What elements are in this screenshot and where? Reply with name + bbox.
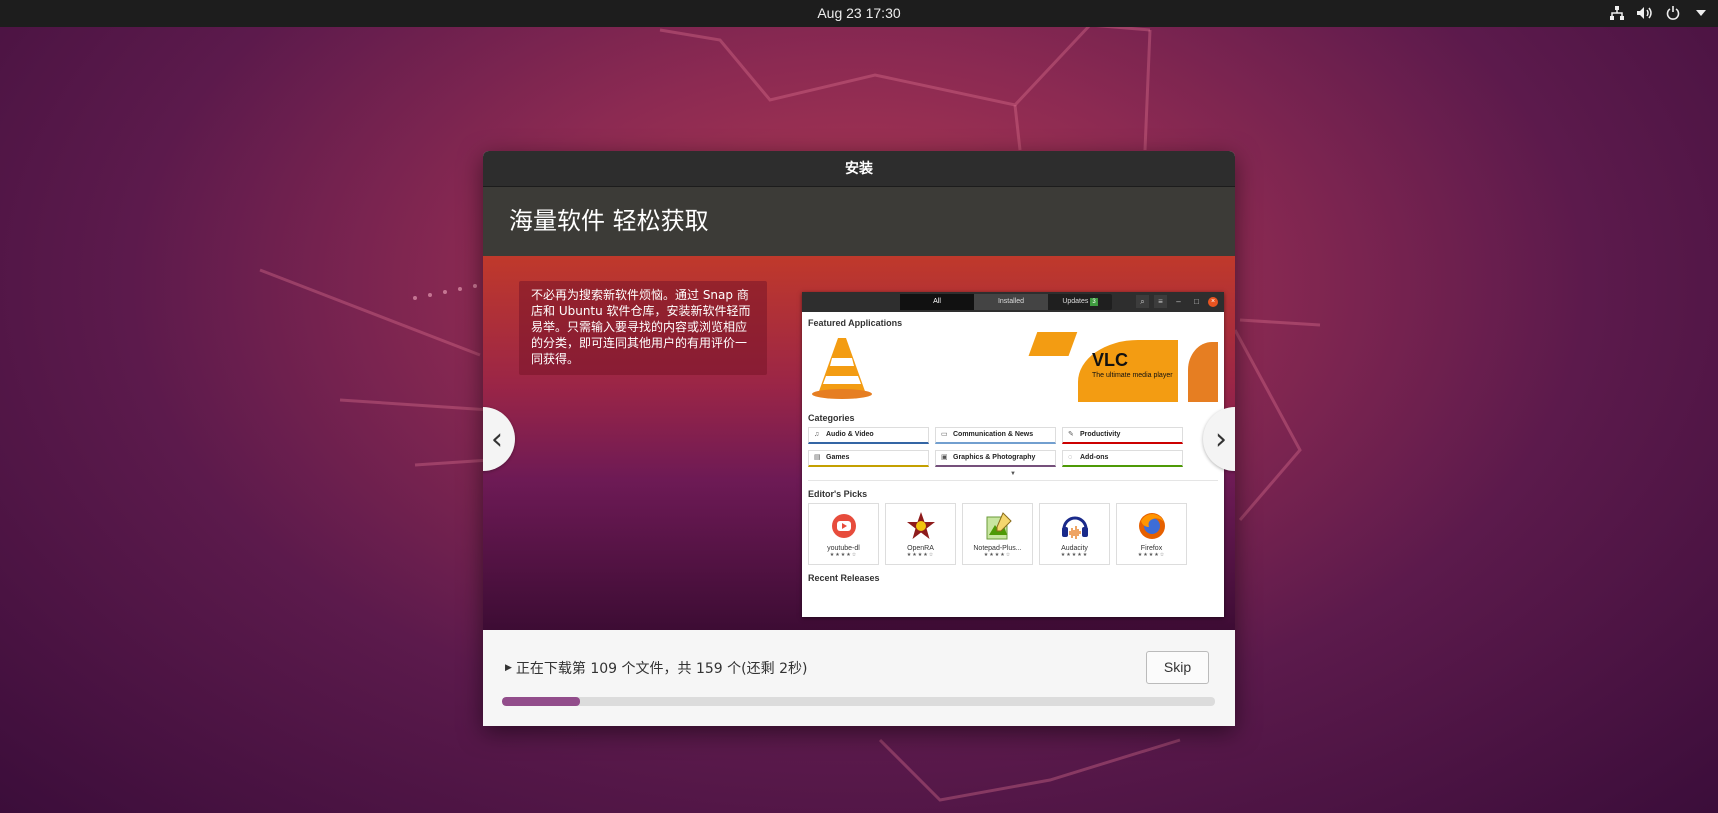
- category-label: Audio & Video: [826, 431, 874, 438]
- category-graphics: ▣ Graphics & Photography: [935, 450, 1056, 467]
- pick-stars: ★★★★★: [1060, 552, 1089, 558]
- firefox-icon: [1136, 510, 1168, 542]
- vlc-cone-icon: [812, 338, 872, 399]
- mock-tab-updates: Updates 3: [1048, 294, 1112, 310]
- pencil-icon: ✎: [1068, 431, 1074, 438]
- slideshow: 不必再为搜索新软件烦恼。通过 Snap 商店和 Ubuntu 软件仓库，安装新软…: [483, 256, 1235, 630]
- chat-icon: ▭: [941, 431, 948, 438]
- category-addons: ◌ Add-ons: [1062, 450, 1183, 467]
- pick-name: OpenRA: [907, 545, 934, 552]
- banner-subtitle: The ultimate media player: [1092, 372, 1173, 379]
- pick-card: Firefox ★★★★☆: [1116, 503, 1187, 565]
- skip-button[interactable]: Skip: [1146, 651, 1209, 684]
- top-bar: Aug 23 17:30: [0, 0, 1718, 27]
- mock-tabs: All Installed Updates 3: [900, 294, 1112, 310]
- category-label: Games: [826, 454, 850, 461]
- openra-icon: [905, 510, 937, 542]
- notepad-plus-icon: [982, 510, 1014, 542]
- mock-headerbar: All Installed Updates 3 ⌕ ≡ – □ ×: [802, 292, 1224, 312]
- puzzle-icon: ◌: [1068, 454, 1073, 461]
- pick-card: OpenRA ★★★★☆: [885, 503, 956, 565]
- install-footer: ▶ 正在下载第 109 个文件，共 159 个(还剩 2秒) Skip: [483, 630, 1235, 726]
- category-productivity: ✎ Productivity: [1062, 427, 1183, 444]
- pick-name: Audacity: [1061, 545, 1088, 552]
- pick-stars: ★★★★☆: [829, 552, 858, 558]
- pick-card: Audacity ★★★★★: [1039, 503, 1110, 565]
- mock-menu-icon: ≡: [1154, 295, 1167, 308]
- mock-minimize-icon: –: [1176, 297, 1181, 306]
- previous-slide-button[interactable]: ‹: [483, 407, 515, 471]
- editors-picks-title: Editor's Picks: [808, 489, 868, 499]
- slide-header: 海量软件 轻松获取: [483, 187, 1235, 256]
- pick-name: Firefox: [1140, 545, 1163, 552]
- expand-arrow-icon: ▼: [808, 467, 1218, 481]
- chevron-right-icon: ›: [1215, 421, 1227, 457]
- pick-name: youtube-dl: [827, 545, 860, 552]
- categories-title: Categories: [808, 413, 855, 423]
- mock-maximize-icon: □: [1194, 297, 1199, 306]
- music-note-icon: ♫: [814, 431, 820, 438]
- download-status: 正在下载第 109 个文件，共 159 个(还剩 2秒): [515, 661, 808, 677]
- system-tray[interactable]: [1608, 4, 1710, 22]
- banner-title: VLC: [1092, 350, 1128, 370]
- mock-window-controls: ⌕ ≡ – □ ×: [1136, 295, 1218, 308]
- chevron-left-icon: ‹: [491, 421, 503, 457]
- mock-tab-installed: Installed: [974, 294, 1048, 310]
- slide-description: 不必再为搜索新软件烦恼。通过 Snap 商店和 Ubuntu 软件仓库，安装新软…: [519, 281, 767, 375]
- pick-card: youtube-dl ★★★★☆: [808, 503, 879, 565]
- expander-arrow-icon[interactable]: ▶: [505, 663, 512, 673]
- power-icon[interactable]: [1664, 4, 1682, 22]
- window-title: 安装: [483, 151, 1235, 187]
- menu-arrow-icon[interactable]: [1692, 4, 1710, 22]
- pick-stars: ★★★★☆: [906, 552, 935, 558]
- progress-fill: [502, 697, 581, 706]
- gamepad-icon: ▤: [814, 454, 821, 461]
- software-center-screenshot: All Installed Updates 3 ⌕ ≡ – □ × Featur…: [802, 292, 1224, 617]
- pick-card: Notepad-Plus... ★★★★☆: [962, 503, 1033, 565]
- clock[interactable]: Aug 23 17:30: [0, 5, 1718, 21]
- pick-stars: ★★★★☆: [983, 552, 1012, 558]
- installer-window: 安装 海量软件 轻松获取 不必再为搜索新软件烦恼。通过 Snap 商店和 Ubu…: [483, 151, 1235, 726]
- youtube-dl-icon: [828, 510, 860, 542]
- mock-tab-all: All: [900, 294, 974, 310]
- download-progress-bar: [502, 697, 1215, 706]
- category-audio-video: ♫ Audio & Video: [808, 427, 929, 444]
- updates-badge: 3: [1090, 298, 1098, 306]
- categories-grid: ♫ Audio & Video ▭ Communication & News ✎ Pr…: [802, 423, 1224, 467]
- featured-title: Featured Applications: [808, 318, 903, 328]
- audacity-icon: [1059, 510, 1091, 542]
- pick-stars: ★★★★☆: [1137, 552, 1166, 558]
- details-expander[interactable]: ▶ 正在下载第 109 个文件，共 159 个(还剩 2秒): [505, 658, 807, 678]
- network-icon[interactable]: [1608, 4, 1626, 22]
- mock-tab-updates-label: Updates: [1062, 298, 1089, 305]
- category-games: ▤ Games: [808, 450, 929, 467]
- category-label: Add-ons: [1080, 454, 1109, 461]
- image-icon: ▣: [941, 454, 948, 461]
- recent-releases-title: Recent Releases: [808, 573, 880, 583]
- category-communication: ▭ Communication & News: [935, 427, 1056, 444]
- category-label: Graphics & Photography: [953, 454, 1036, 461]
- pick-name: Notepad-Plus...: [973, 545, 1022, 552]
- category-label: Communication & News: [953, 431, 1034, 438]
- mock-close-icon: ×: [1208, 297, 1218, 307]
- volume-icon[interactable]: [1636, 4, 1654, 22]
- editors-picks: youtube-dl ★★★★☆ OpenRA ★★★★☆ Notepad-Pl…: [802, 499, 1224, 565]
- vlc-banner: VLC The ultimate media player: [808, 332, 1218, 402]
- mock-search-icon: ⌕: [1136, 295, 1149, 308]
- category-label: Productivity: [1080, 431, 1121, 438]
